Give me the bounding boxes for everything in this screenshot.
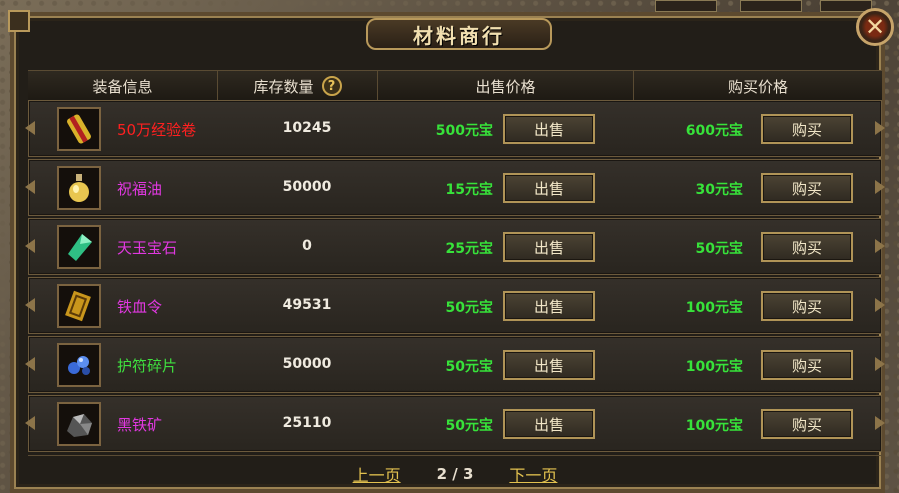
sell-button[interactable]: 出售 <box>503 173 595 203</box>
table-row: 护符碎片 50000 50元宝 出售 100元宝 购买 <box>25 336 885 393</box>
sell-price: 500元宝 <box>435 123 493 139</box>
window-title: 材料商行 <box>413 23 505 48</box>
buy-price: 50元宝 <box>695 241 743 257</box>
buy-price: 100元宝 <box>685 418 743 434</box>
sell-price: 50元宝 <box>445 359 493 375</box>
iron-ore-icon[interactable] <box>57 402 101 446</box>
buy-price: 100元宝 <box>685 359 743 375</box>
buy-price: 30元宝 <box>695 182 743 198</box>
column-header-buy-price: 购买价格 <box>727 77 788 96</box>
prev-page-link[interactable]: 上一页 <box>353 462 401 486</box>
table-row: 天玉宝石 0 25元宝 出售 50元宝 购买 <box>25 218 885 275</box>
panel-corner-ornament <box>8 10 30 32</box>
sell-price: 50元宝 <box>445 418 493 434</box>
amulet-shard-icon[interactable] <box>57 343 101 387</box>
oil-bottle-icon[interactable] <box>57 166 101 210</box>
window-title-plate: 材料商行 <box>366 18 552 50</box>
item-name: 祝福油 <box>117 180 163 198</box>
sell-price: 15元宝 <box>445 182 493 198</box>
close-button[interactable]: ✕ <box>856 8 894 46</box>
table-row: 祝福油 50000 15元宝 出售 30元宝 购买 <box>25 159 885 216</box>
item-name: 天玉宝石 <box>117 239 178 257</box>
table-row: 铁血令 49531 50元宝 出售 100元宝 购买 <box>25 277 885 334</box>
buy-button[interactable]: 购买 <box>761 350 853 380</box>
item-list: 50万经验卷 10245 500元宝 出售 600元宝 购买 祝福油 50000… <box>25 100 885 454</box>
page-indicator: 2 / 3 <box>436 465 474 483</box>
hud-slot <box>740 0 802 12</box>
table-header: 装备信息 库存数量 ? 出售价格 购买价格 <box>28 70 882 102</box>
sell-price: 50元宝 <box>445 300 493 316</box>
sell-button[interactable]: 出售 <box>503 350 595 380</box>
close-icon: ✕ <box>864 13 886 41</box>
item-name: 铁血令 <box>117 298 163 316</box>
buy-button[interactable]: 购买 <box>761 291 853 321</box>
buy-button[interactable]: 购买 <box>761 409 853 439</box>
sell-button[interactable]: 出售 <box>503 409 595 439</box>
next-page-link[interactable]: 下一页 <box>509 462 557 486</box>
stock-value: 0 <box>302 238 312 254</box>
column-header-item-info: 装备信息 <box>28 71 218 101</box>
jade-gem-icon[interactable] <box>57 225 101 269</box>
buy-button[interactable]: 购买 <box>761 114 853 144</box>
table-row: 黑铁矿 25110 50元宝 出售 100元宝 购买 <box>25 395 885 452</box>
stock-value: 50000 <box>282 356 332 372</box>
scroll-icon[interactable] <box>57 107 101 151</box>
sell-price: 25元宝 <box>445 241 493 257</box>
pagination: 上一页 2 / 3 下一页 <box>28 455 882 492</box>
help-icon[interactable]: ? <box>321 76 342 96</box>
buy-button[interactable]: 购买 <box>761 232 853 262</box>
table-row: 50万经验卷 10245 500元宝 出售 600元宝 购买 <box>25 100 885 157</box>
item-name: 护符碎片 <box>117 357 178 375</box>
column-header-sell-price: 出售价格 <box>378 71 634 101</box>
token-icon[interactable] <box>57 284 101 328</box>
column-header-stock: 库存数量 ? <box>218 71 378 101</box>
hud-slot <box>655 0 717 12</box>
stock-value: 10245 <box>282 120 332 136</box>
stock-value: 25110 <box>282 415 332 431</box>
buy-price: 100元宝 <box>685 300 743 316</box>
item-name: 50万经验卷 <box>117 121 197 139</box>
item-name: 黑铁矿 <box>117 416 163 434</box>
buy-price: 600元宝 <box>685 123 743 139</box>
stock-value: 49531 <box>282 297 332 313</box>
sell-button[interactable]: 出售 <box>503 114 595 144</box>
sell-button[interactable]: 出售 <box>503 232 595 262</box>
buy-button[interactable]: 购买 <box>761 173 853 203</box>
sell-button[interactable]: 出售 <box>503 291 595 321</box>
stock-value: 50000 <box>282 179 332 195</box>
